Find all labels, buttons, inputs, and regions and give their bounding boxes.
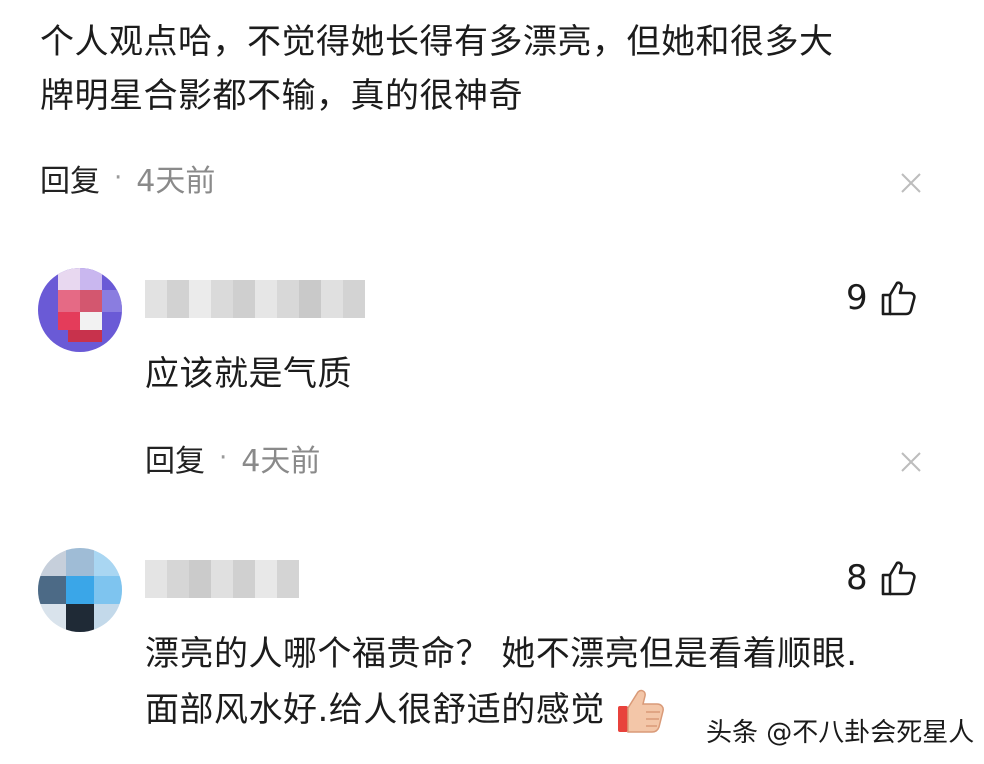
close-icon[interactable]: [898, 449, 924, 475]
reply-text: 应该就是气质: [145, 354, 352, 394]
reply-text-line2-content: 面部风水好.给人很舒适的感觉: [145, 690, 605, 730]
reply-text-line2: 面部风水好.给人很舒适的感觉: [145, 682, 666, 738]
thumbs-up-emoji: [618, 689, 665, 733]
reply-button[interactable]: 回复: [40, 156, 100, 200]
thumbs-up-icon: [881, 281, 916, 316]
avatar[interactable]: [38, 268, 122, 352]
reply-button[interactable]: 回复: [145, 436, 205, 480]
watermark: 头条 @不八卦会死星人: [706, 718, 975, 748]
like-count: 9: [846, 278, 868, 318]
thumbs-up-icon: [881, 561, 916, 596]
top-comment-text-line1: 个人观点哈，不觉得她长得有多漂亮，但她和很多大: [40, 22, 834, 62]
reply-meta: 回复 · 4天前: [145, 436, 321, 480]
meta-separator: ·: [219, 443, 228, 473]
close-icon[interactable]: [898, 170, 924, 196]
username-blurred: [145, 560, 299, 598]
reply-text-line1: 漂亮的人哪个福贵命？ 她不漂亮但是看着顺眼.: [145, 634, 858, 674]
avatar[interactable]: [38, 548, 122, 632]
like-button[interactable]: 9: [846, 278, 918, 318]
comment-time: 4天前: [241, 444, 321, 479]
top-comment-text-line2: 牌明星合影都不输，真的很神奇: [40, 76, 523, 116]
like-button[interactable]: 8: [846, 558, 918, 598]
top-comment-meta: 回复 · 4天前: [40, 156, 216, 200]
username-blurred: [145, 280, 365, 318]
meta-separator: ·: [114, 163, 123, 193]
comment-time: 4天前: [136, 164, 216, 199]
like-count: 8: [846, 558, 868, 598]
